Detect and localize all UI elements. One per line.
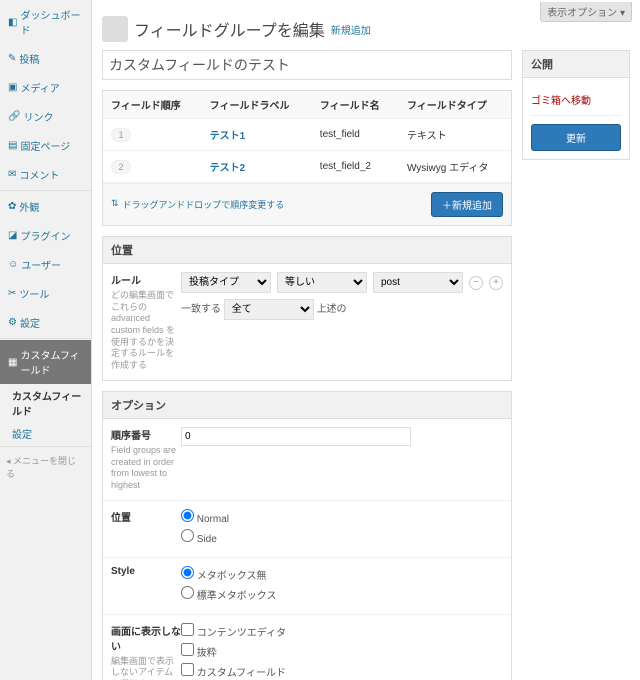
- menu-item[interactable]: ▣メディア: [0, 73, 91, 102]
- page-icon: [102, 16, 128, 42]
- menu-icon: ✉: [8, 169, 16, 180]
- hide-label: 画面に表示しない: [111, 627, 181, 653]
- order-input[interactable]: [181, 427, 411, 446]
- fields-box: フィールド順序フィールドラベルフィールド名フィールドタイプ 1 テスト1 test_…: [102, 90, 512, 226]
- match-select[interactable]: 全て: [224, 299, 314, 320]
- style-option[interactable]: 標準メタボックス: [181, 586, 503, 602]
- menu-label: 設定: [20, 315, 40, 330]
- menu-label: コメント: [19, 167, 59, 182]
- submenu-item[interactable]: カスタムフィールド: [0, 384, 91, 422]
- page-title: フィールドグループを編集: [134, 17, 325, 41]
- publish-box: 公開 ゴミ箱へ移動 更新: [522, 50, 630, 160]
- rule-param-select[interactable]: 投稿タイプ: [181, 272, 271, 293]
- rule-operator-select[interactable]: 等しい: [277, 272, 367, 293]
- menu-item[interactable]: ▤固定ページ: [0, 131, 91, 160]
- rule-add-button[interactable]: +: [489, 276, 503, 290]
- main-content: 表示オプション ▾ フィールドグループを編集 新規追加 フィールド順序フィールド…: [92, 0, 640, 680]
- menu-icon: ▤: [8, 140, 17, 151]
- menu-label: プラグイン: [20, 228, 70, 243]
- menu-label: 投稿: [19, 51, 39, 66]
- field-order: 2: [111, 160, 131, 174]
- menu-label: ユーザー: [21, 257, 61, 272]
- menu-icon: ◪: [8, 230, 17, 241]
- menu-label: カスタムフィールド: [20, 347, 85, 377]
- menu-icon: ◧: [8, 17, 17, 28]
- field-label-link[interactable]: テスト2: [210, 163, 246, 174]
- field-col-header: フィールド順序: [103, 91, 202, 119]
- position-label: 位置: [111, 509, 181, 549]
- hide-option[interactable]: 抜粋: [181, 643, 503, 659]
- location-heading: 位置: [103, 237, 511, 264]
- menu-item[interactable]: ✿外観: [0, 192, 91, 221]
- field-order: 1: [111, 128, 131, 142]
- menu-label: リンク: [23, 109, 53, 124]
- menu-item[interactable]: ◧ダッシュボード: [0, 0, 91, 44]
- field-type: Wysiwyg エディタ: [399, 151, 511, 183]
- style-label: Style: [111, 566, 181, 606]
- menu-label: ダッシュボード: [20, 7, 85, 37]
- order-label: 順序番号: [111, 431, 151, 442]
- menu-label: メディア: [20, 80, 59, 95]
- menu-label: 固定ページ: [20, 138, 70, 153]
- menu-item[interactable]: ✎投稿: [0, 44, 91, 73]
- menu-item[interactable]: ◪プラグイン: [0, 221, 91, 250]
- menu-label: 外観: [19, 199, 39, 214]
- submenu-item[interactable]: 設定: [0, 422, 91, 445]
- position-option[interactable]: Normal: [181, 509, 503, 525]
- field-row[interactable]: 1 テスト1 test_fieldテキスト: [103, 119, 511, 151]
- menu-icon: ✎: [8, 53, 16, 64]
- add-field-button[interactable]: ＋新規追加: [431, 192, 503, 217]
- screen-options-toggle[interactable]: 表示オプション ▾: [540, 2, 632, 22]
- menu-icon: ▣: [8, 82, 17, 93]
- admin-sidebar: ◧ダッシュボード✎投稿▣メディア🔗リンク▤固定ページ✉コメント ✿外観◪プラグイ…: [0, 0, 92, 680]
- menu-item[interactable]: 🔗リンク: [0, 102, 91, 131]
- position-option[interactable]: Side: [181, 529, 503, 545]
- menu-icon: ⚙: [8, 317, 17, 328]
- hide-option[interactable]: カスタムフィールド: [181, 663, 503, 679]
- field-type: テキスト: [399, 119, 511, 151]
- rule-desc: どの編集画面でこれらの advanced custom fields を使用する…: [111, 290, 181, 372]
- order-desc: Field groups are created in order from l…: [111, 445, 181, 492]
- style-option[interactable]: メタボックス無: [181, 566, 503, 582]
- menu-custom-fields[interactable]: ▦ カスタムフィールド: [0, 340, 91, 384]
- collapse-menu-button[interactable]: ◂ メニューを閉じる: [0, 448, 91, 486]
- add-new-link[interactable]: 新規追加: [331, 22, 371, 37]
- field-label-link[interactable]: テスト1: [210, 131, 246, 142]
- menu-item[interactable]: ✂ツール: [0, 279, 91, 308]
- menu-icon: ✂: [8, 288, 16, 299]
- menu-item[interactable]: ✉コメント: [0, 160, 91, 189]
- drag-hint: ⇅ドラッグアンドドロップで順序変更する: [111, 198, 284, 211]
- menu-icon: ✿: [8, 201, 16, 212]
- menu-item[interactable]: ☺ユーザー: [0, 250, 91, 279]
- hide-option[interactable]: コンテンツエディタ: [181, 623, 503, 639]
- trash-link[interactable]: ゴミ箱へ移動: [531, 86, 621, 115]
- field-col-header: フィールド名: [312, 91, 399, 119]
- field-name: test_field_2: [312, 151, 399, 183]
- field-name: test_field: [312, 119, 399, 151]
- menu-icon: 🔗: [8, 111, 20, 122]
- menu-label: ツール: [19, 286, 49, 301]
- rule-remove-button[interactable]: −: [469, 276, 483, 290]
- rule-value-select[interactable]: post: [373, 272, 463, 293]
- update-button[interactable]: 更新: [531, 124, 621, 151]
- menu-item[interactable]: ⚙設定: [0, 308, 91, 337]
- custom-fields-icon: ▦: [8, 357, 17, 368]
- field-row[interactable]: 2 テスト2 test_field_2Wysiwyg エディタ: [103, 151, 511, 183]
- options-box: オプション 順序番号 Field groups are created in or…: [102, 391, 512, 680]
- menu-icon: ☺: [8, 259, 18, 270]
- publish-heading: 公開: [523, 51, 629, 78]
- field-col-header: フィールドラベル: [202, 91, 312, 119]
- rule-label: ルール: [111, 276, 141, 287]
- options-heading: オプション: [103, 392, 511, 419]
- group-title-input[interactable]: [102, 50, 512, 80]
- field-col-header: フィールドタイプ: [399, 91, 511, 119]
- drag-icon: ⇅: [111, 198, 119, 211]
- location-box: 位置 ルールどの編集画面でこれらの advanced custom fields…: [102, 236, 512, 381]
